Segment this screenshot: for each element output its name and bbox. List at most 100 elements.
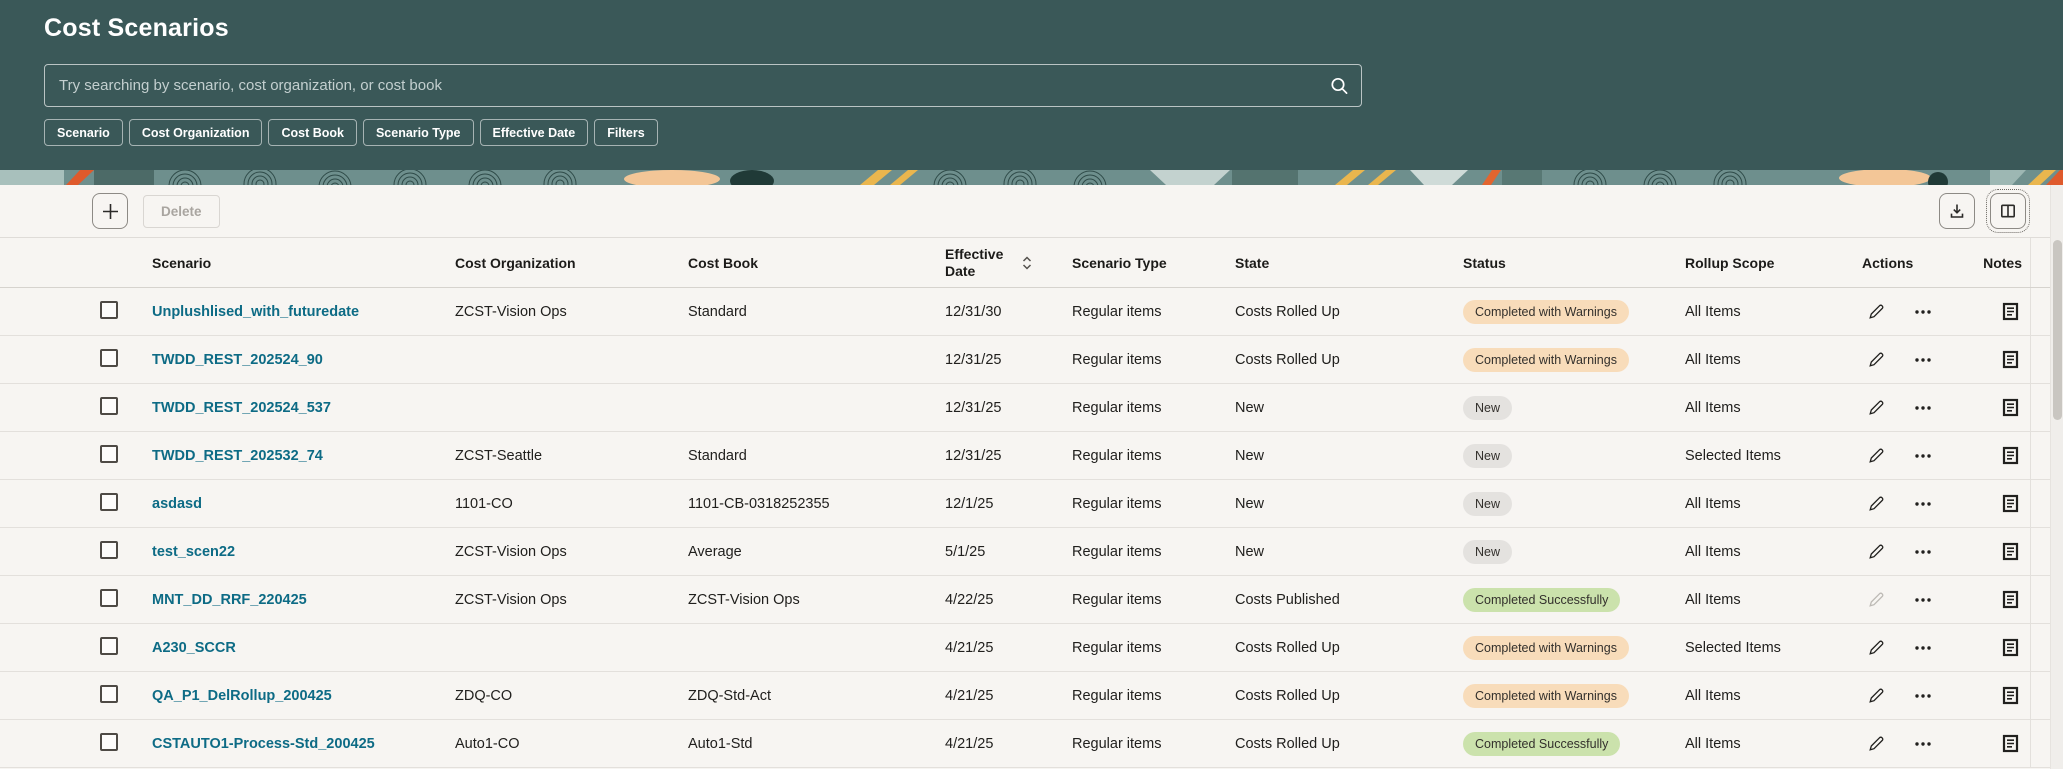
col-header-cost-book[interactable]: Cost Book xyxy=(688,255,945,271)
notes-button[interactable] xyxy=(1999,731,2022,756)
notes-button[interactable] xyxy=(1999,683,2022,708)
pencil-icon xyxy=(1867,639,1885,657)
status-cell: Completed with Warnings xyxy=(1463,300,1685,324)
edit-button[interactable] xyxy=(1864,684,1888,708)
pattern-illustration xyxy=(0,170,2063,185)
row-checkbox[interactable] xyxy=(100,397,118,415)
effective-date-cell: 4/21/25 xyxy=(945,640,1072,656)
more-actions-button[interactable] xyxy=(1910,684,1936,708)
pencil-icon xyxy=(1867,543,1885,561)
actions-cell xyxy=(1862,348,1975,372)
status-cell: New xyxy=(1463,444,1685,468)
row-checkbox[interactable] xyxy=(100,637,118,655)
scrollbar-thumb[interactable] xyxy=(2053,240,2062,420)
col-header-status[interactable]: Status xyxy=(1463,255,1685,271)
scenario-cell: asdasd xyxy=(152,496,455,512)
col-header-actions: Actions xyxy=(1862,255,1975,271)
more-actions-button[interactable] xyxy=(1910,636,1936,660)
more-actions-button[interactable] xyxy=(1910,492,1936,516)
notes-button[interactable] xyxy=(1999,587,2022,612)
split-view-button[interactable] xyxy=(1990,193,2026,229)
cost-organization-cell: Auto1-CO xyxy=(455,736,688,752)
scenario-link[interactable]: Unplushlised_with_futuredate xyxy=(152,304,359,320)
edit-button[interactable] xyxy=(1864,396,1888,420)
edit-button[interactable] xyxy=(1864,636,1888,660)
edit-button[interactable] xyxy=(1864,732,1888,756)
rollup-scope-cell: All Items xyxy=(1685,544,1862,560)
notes-document-icon xyxy=(2002,494,2019,513)
notes-document-icon xyxy=(2002,638,2019,657)
scenario-link[interactable]: TWDD_REST_202524_537 xyxy=(152,400,331,416)
more-actions-button[interactable] xyxy=(1910,300,1936,324)
row-checkbox[interactable] xyxy=(100,349,118,367)
row-checkbox[interactable] xyxy=(100,493,118,511)
actions-cell xyxy=(1862,300,1975,324)
notes-button[interactable] xyxy=(1999,539,2022,564)
more-actions-button[interactable] xyxy=(1910,348,1936,372)
edit-button[interactable] xyxy=(1864,348,1888,372)
select-cell xyxy=(88,349,152,371)
notes-button[interactable] xyxy=(1999,491,2022,516)
effective-date-cell: 12/31/25 xyxy=(945,400,1072,416)
add-button[interactable] xyxy=(92,193,128,229)
more-actions-button[interactable] xyxy=(1910,444,1936,468)
notes-button[interactable] xyxy=(1999,635,2022,660)
scenario-link[interactable]: A230_SCCR xyxy=(152,640,236,656)
plus-icon xyxy=(101,202,120,221)
scenario-link[interactable]: asdasd xyxy=(152,496,202,512)
edit-button[interactable] xyxy=(1864,492,1888,516)
edit-button[interactable] xyxy=(1864,444,1888,468)
scenario-cell: TWDD_REST_202532_74 xyxy=(152,448,455,464)
notes-button[interactable] xyxy=(1999,347,2022,372)
scenario-link[interactable]: MNT_DD_RRF_220425 xyxy=(152,592,307,608)
search-icon[interactable] xyxy=(1330,76,1349,95)
chip-scenario-type[interactable]: Scenario Type xyxy=(363,119,474,146)
notes-button[interactable] xyxy=(1999,395,2022,420)
more-actions-button[interactable] xyxy=(1910,732,1936,756)
row-checkbox[interactable] xyxy=(100,541,118,559)
select-cell xyxy=(88,301,152,323)
chip-filters[interactable]: Filters xyxy=(594,119,658,146)
download-button[interactable] xyxy=(1939,193,1975,229)
col-header-effective-date[interactable]: Effective Date xyxy=(945,246,1072,280)
sort-icon[interactable] xyxy=(1021,255,1033,271)
row-checkbox[interactable] xyxy=(100,301,118,319)
effective-date-cell: 5/1/25 xyxy=(945,544,1072,560)
notes-button[interactable] xyxy=(1999,443,2022,468)
col-header-scenario-type[interactable]: Scenario Type xyxy=(1072,255,1235,271)
rollup-scope-cell: All Items xyxy=(1685,400,1862,416)
edit-button[interactable] xyxy=(1864,588,1888,612)
notes-button[interactable] xyxy=(1999,299,2022,324)
col-header-cost-organization[interactable]: Cost Organization xyxy=(455,255,688,271)
more-actions-button[interactable] xyxy=(1910,540,1936,564)
more-actions-button[interactable] xyxy=(1910,588,1936,612)
chip-cost-book[interactable]: Cost Book xyxy=(268,119,357,146)
delete-button[interactable]: Delete xyxy=(143,195,220,228)
status-cell: New xyxy=(1463,540,1685,564)
scenario-link[interactable]: test_scen22 xyxy=(152,544,235,560)
scenario-link[interactable]: TWDD_REST_202524_90 xyxy=(152,352,323,368)
chip-cost-organization[interactable]: Cost Organization xyxy=(129,119,263,146)
row-checkbox[interactable] xyxy=(100,685,118,703)
edit-button[interactable] xyxy=(1864,300,1888,324)
row-checkbox[interactable] xyxy=(100,445,118,463)
row-checkbox[interactable] xyxy=(100,589,118,607)
more-actions-button[interactable] xyxy=(1910,396,1936,420)
search-input[interactable] xyxy=(44,64,1362,107)
chip-scenario[interactable]: Scenario xyxy=(44,119,123,146)
scenario-link[interactable]: CSTAUTO1-Process-Std_200425 xyxy=(152,736,375,752)
col-header-scenario[interactable]: Scenario xyxy=(152,255,455,271)
col-header-state[interactable]: State xyxy=(1235,255,1463,271)
edit-button[interactable] xyxy=(1864,540,1888,564)
chip-effective-date[interactable]: Effective Date xyxy=(480,119,589,146)
scenario-link[interactable]: TWDD_REST_202532_74 xyxy=(152,448,323,464)
notes-cell xyxy=(1975,480,2031,527)
vertical-scrollbar[interactable] xyxy=(2050,185,2063,769)
table-row: TWDD_REST_202524_90 12/31/25 Regular ite… xyxy=(0,336,2063,384)
col-header-rollup-scope[interactable]: Rollup Scope xyxy=(1685,255,1862,271)
scenario-link[interactable]: QA_P1_DelRollup_200425 xyxy=(152,688,332,704)
status-badge: Completed with Warnings xyxy=(1463,348,1629,372)
status-cell: Completed with Warnings xyxy=(1463,684,1685,708)
ellipsis-icon xyxy=(1913,351,1933,369)
row-checkbox[interactable] xyxy=(100,733,118,751)
